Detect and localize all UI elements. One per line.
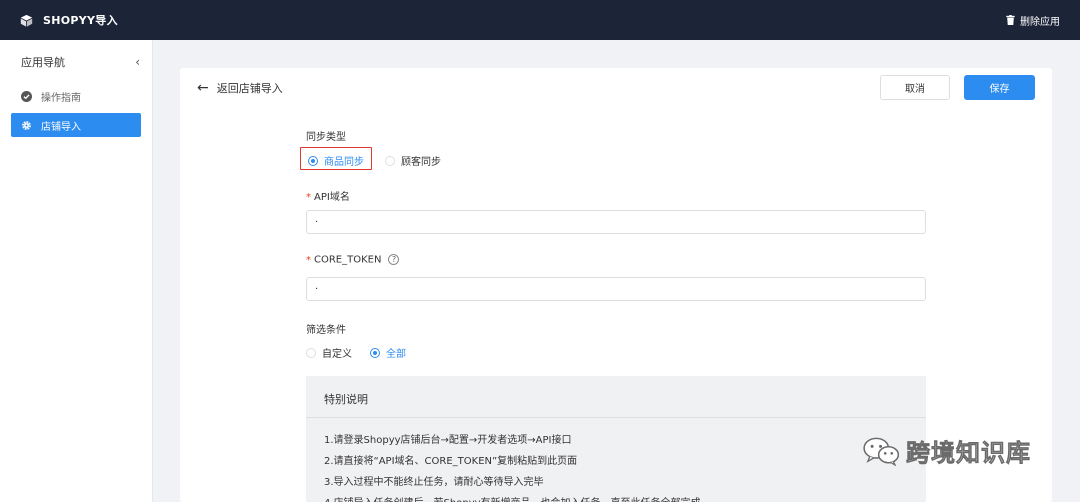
notice-item: 1.请登录Shopyy店铺后台→配置→开发者选项→API接口: [324, 435, 572, 446]
help-icon[interactable]: ?: [388, 254, 400, 265]
radio-dot: [306, 347, 316, 358]
radio-customer-sync[interactable]: 顾客同步: [385, 153, 441, 168]
filter-radio-group: 自定义 全部: [306, 345, 406, 360]
watermark: 跨境知识库: [862, 433, 1031, 468]
radio-dot: [308, 155, 318, 166]
back-label: 返回店铺导入: [216, 82, 283, 95]
radio-all[interactable]: 全部: [370, 345, 406, 360]
delete-app-label: 删除应用: [1020, 16, 1060, 28]
cube-icon: [20, 14, 33, 27]
chevron-left-icon[interactable]: ‹: [135, 55, 140, 69]
sidebar-item-store-import[interactable]: 店铺导入: [11, 113, 141, 137]
sidebar-item-label: 店铺导入: [41, 121, 81, 133]
gear-icon: [22, 120, 31, 130]
radio-label: 商品同步: [324, 157, 364, 168]
top-bar: SHOPYY导入 删除应用: [0, 0, 1080, 40]
cancel-button[interactable]: 取消: [880, 75, 950, 100]
radio-label: 自定义: [322, 349, 352, 360]
back-link[interactable]: ← 返回店铺导入: [197, 80, 283, 96]
sidebar-item-label: 操作指南: [41, 92, 81, 104]
delete-app-button[interactable]: 删除应用: [1006, 13, 1060, 28]
radio-dot: [370, 347, 380, 358]
core-token-label: * CORE_TOKEN?: [306, 254, 400, 266]
required-mark: *: [306, 192, 311, 203]
divider: [306, 417, 926, 418]
watermark-text: 跨境知识库: [906, 439, 1031, 468]
radio-label: 全部: [386, 349, 406, 360]
trash-icon: [1006, 15, 1015, 25]
notice-item: 2.请直接将“API域名、CORE_TOKEN”复制粘贴到此页面: [324, 456, 578, 467]
api-domain-label: * API域名: [306, 188, 350, 203]
arrow-left-icon: ←: [197, 80, 209, 96]
sidebar: 应用导航 ‹ 操作指南 店铺导入: [0, 40, 153, 502]
app-title: SHOPYY导入: [43, 14, 118, 27]
radio-label: 顾客同步: [401, 157, 441, 168]
sidebar-title: 应用导航: [21, 56, 65, 69]
notice-title: 特别说明: [324, 393, 368, 406]
core-token-input[interactable]: .: [306, 277, 926, 301]
sidebar-item-guide[interactable]: 操作指南: [11, 84, 141, 108]
wechat-icon: [863, 437, 900, 466]
filter-label: 筛选条件: [306, 325, 346, 336]
save-button[interactable]: 保存: [964, 75, 1035, 100]
notice-item: 3.导入过程中不能终止任务，请耐心等待导入完毕: [324, 477, 544, 488]
api-domain-input[interactable]: .: [306, 210, 926, 234]
check-circle-icon: [21, 90, 32, 102]
notice-item: 4.店铺导入任务创建后，若Shopyy有新增商品，也会加入任务，直至此任务全部完…: [324, 494, 701, 502]
core-token-label-text: CORE_TOKEN: [314, 254, 382, 266]
notice-panel: 特别说明 1.请登录Shopyy店铺后台→配置→开发者选项→API接口 2.请直…: [306, 376, 926, 502]
sync-type-label: 同步类型: [306, 132, 346, 143]
api-domain-label-text: API域名: [314, 192, 350, 203]
sync-type-radio-group: 商品同步 顾客同步: [308, 153, 441, 168]
radio-custom[interactable]: 自定义: [306, 345, 352, 360]
required-mark: *: [306, 254, 311, 266]
radio-dot: [385, 155, 395, 166]
radio-product-sync[interactable]: 商品同步: [308, 153, 364, 168]
sidebar-header: 应用导航 ‹: [0, 40, 152, 70]
brand: SHOPYY导入: [20, 12, 118, 28]
